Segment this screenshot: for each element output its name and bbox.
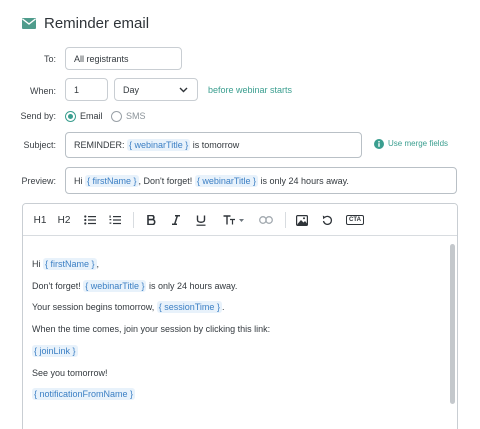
when-label: When: — [29, 86, 56, 96]
merge-tag: { webinarTitle } — [83, 280, 147, 292]
merge-tag: { firstName } — [85, 174, 139, 187]
when-number-value: 1 — [74, 84, 80, 95]
preview-text: , Don't forget! — [138, 175, 193, 186]
underline-icon[interactable] — [195, 213, 207, 227]
when-unit-value: Day — [123, 84, 140, 95]
toolbar-divider — [285, 212, 286, 228]
merge-tag: { sessionTime } — [156, 301, 222, 313]
sms-radio[interactable] — [111, 111, 122, 122]
editor-toolbar: H1 H2 CTA — [23, 204, 457, 236]
email-radio-label: Email — [80, 111, 103, 121]
heading1-button[interactable]: H1 — [32, 213, 48, 227]
body-line: See you tomorrow! — [32, 368, 108, 378]
editor-scrollbar[interactable] — [450, 244, 455, 404]
preview-input[interactable]: Hi { firstName } , Don't forget! { webin… — [65, 167, 457, 194]
body-line: Your session begins tomorrow, { sessionT… — [32, 301, 225, 313]
heading2-button[interactable]: H2 — [56, 213, 72, 227]
editor-content[interactable]: Hi { firstName }, Don't forget! { webina… — [23, 237, 457, 429]
link-icon[interactable] — [258, 213, 274, 227]
to-value: All registrants — [74, 53, 129, 64]
to-label: To: — [43, 54, 56, 64]
merge-tag: { firstName } — [43, 258, 97, 270]
info-icon — [374, 139, 384, 149]
envelope-icon — [22, 18, 36, 29]
font-size-icon[interactable] — [222, 213, 246, 227]
undo-icon[interactable] — [320, 213, 334, 227]
bold-icon[interactable] — [144, 213, 158, 227]
body-text: Don't forget! — [32, 281, 81, 291]
subject-input[interactable]: REMINDER: { webinarTitle } is tomorrow — [65, 132, 362, 158]
body-line: Don't forget! { webinarTitle } is only 2… — [32, 280, 238, 292]
merge-tag: { webinarTitle } — [194, 174, 259, 187]
to-field[interactable]: All registrants — [65, 47, 182, 70]
preview-text: is only 24 hours away. — [260, 175, 349, 186]
body-text: Your session begins tomorrow, — [32, 302, 155, 312]
numbered-list-icon[interactable] — [108, 213, 122, 227]
subject-suffix: is tomorrow — [192, 140, 240, 150]
email-body-editor[interactable]: H1 H2 CTA Hi {firstName} , Don't forge… — [22, 203, 458, 429]
italic-icon[interactable] — [170, 213, 182, 227]
body-line: Hi { firstName }, — [32, 258, 100, 270]
preview-label: Preview: — [21, 176, 56, 186]
body-text: Hi — [32, 259, 41, 269]
merge-tag: { joinLink } — [32, 345, 78, 357]
body-text: , — [96, 259, 100, 269]
subject-prefix: REMINDER: — [74, 140, 125, 150]
merge-tag: { webinarTitle } — [127, 139, 191, 151]
body-text: . — [221, 302, 225, 312]
use-merge-fields-link[interactable]: Use merge fields — [388, 139, 448, 148]
body-line: When the time comes, join your session b… — [32, 324, 271, 334]
cta-label: CTA — [346, 215, 364, 225]
body-line: { notificationFromName } — [32, 388, 136, 400]
cta-button-icon[interactable]: CTA — [345, 213, 365, 227]
sms-radio-label: SMS — [126, 111, 146, 121]
merge-tag: { notificationFromName } — [32, 388, 136, 400]
page-title: Reminder email — [44, 15, 150, 32]
page-header: Reminder email — [22, 15, 149, 32]
body-line: { joinLink } — [32, 345, 78, 357]
body-text: is only 24 hours away. — [148, 281, 238, 291]
when-unit-select[interactable]: Day — [114, 78, 198, 101]
image-icon[interactable] — [295, 213, 309, 227]
subject-label: Subject: — [23, 140, 56, 150]
bullet-list-icon[interactable] — [83, 213, 97, 227]
when-suffix: before webinar starts — [208, 85, 293, 95]
preview-text: Hi — [74, 175, 83, 186]
email-radio[interactable] — [65, 111, 76, 122]
when-number-input[interactable]: 1 — [65, 78, 108, 101]
chevron-down-icon — [179, 87, 188, 93]
toolbar-divider — [133, 212, 134, 228]
send-by-label: Send by: — [20, 111, 56, 121]
